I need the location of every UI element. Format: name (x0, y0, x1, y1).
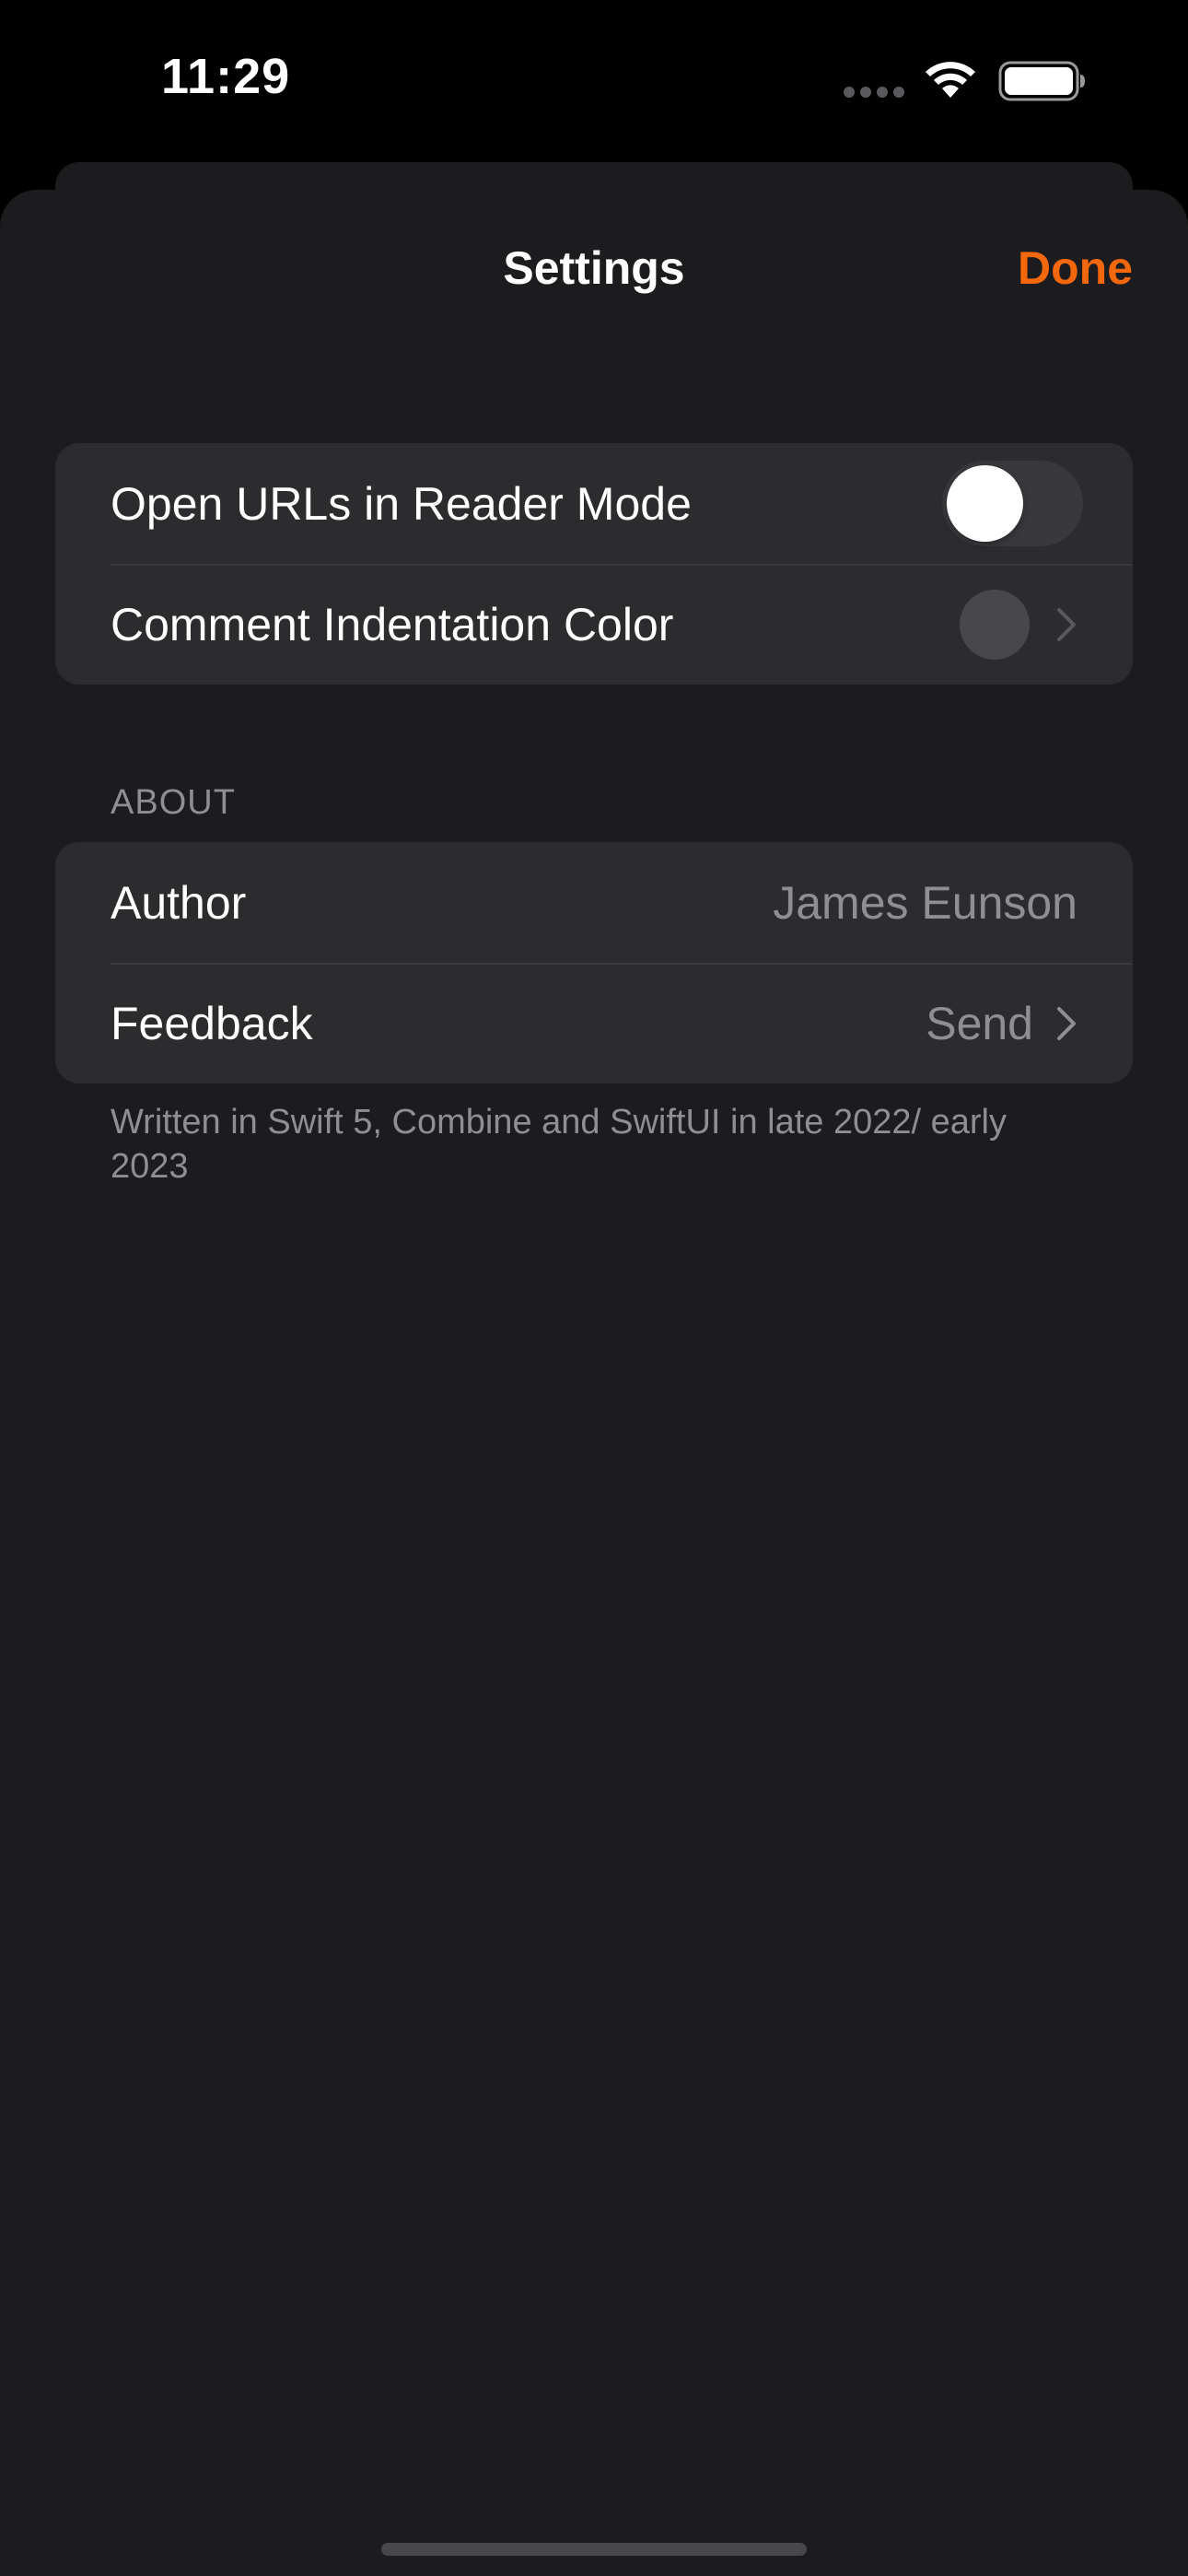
feedback-label: Feedback (111, 997, 313, 1049)
author-row: Author James Eunson (55, 842, 1133, 963)
screen: 11:29 Settings Done Open URLs in Reader … (0, 0, 1188, 2576)
about-group: Author James Eunson Feedback Send (55, 842, 1133, 1083)
about-footer-note: Written in Swift 5, Combine and SwiftUI … (111, 1103, 1007, 1186)
feedback-value: Send (926, 997, 1033, 1049)
battery-icon (998, 61, 1085, 101)
status-time: 11:29 (161, 49, 291, 104)
general-settings-group: Open URLs in Reader Mode Comment Indenta… (55, 443, 1133, 685)
reader-mode-label: Open URLs in Reader Mode (111, 477, 692, 530)
status-bar: 11:29 (0, 0, 1188, 157)
toggle-knob (947, 465, 1023, 542)
home-indicator (381, 2543, 807, 2556)
page-title: Settings (503, 242, 685, 294)
comment-indentation-color-label: Comment Indentation Color (111, 598, 674, 650)
comment-indentation-color-row[interactable]: Comment Indentation Color (55, 564, 1133, 685)
done-button[interactable]: Done (1018, 241, 1133, 295)
settings-sheet: Settings Done Open URLs in Reader Mode C… (0, 190, 1188, 2576)
color-swatch[interactable] (960, 589, 1030, 660)
reader-mode-row: Open URLs in Reader Mode (55, 443, 1133, 564)
author-value: James Eunson (773, 876, 1077, 929)
cellular-signal-icon (844, 87, 904, 98)
chevron-right-icon (1057, 1006, 1076, 1040)
about-section-header: ABOUT (111, 783, 236, 822)
wifi-icon (926, 62, 975, 98)
feedback-row[interactable]: Feedback Send (55, 963, 1133, 1083)
author-label: Author (111, 876, 247, 929)
reader-mode-toggle[interactable] (942, 461, 1083, 546)
chevron-right-icon (1057, 607, 1076, 641)
